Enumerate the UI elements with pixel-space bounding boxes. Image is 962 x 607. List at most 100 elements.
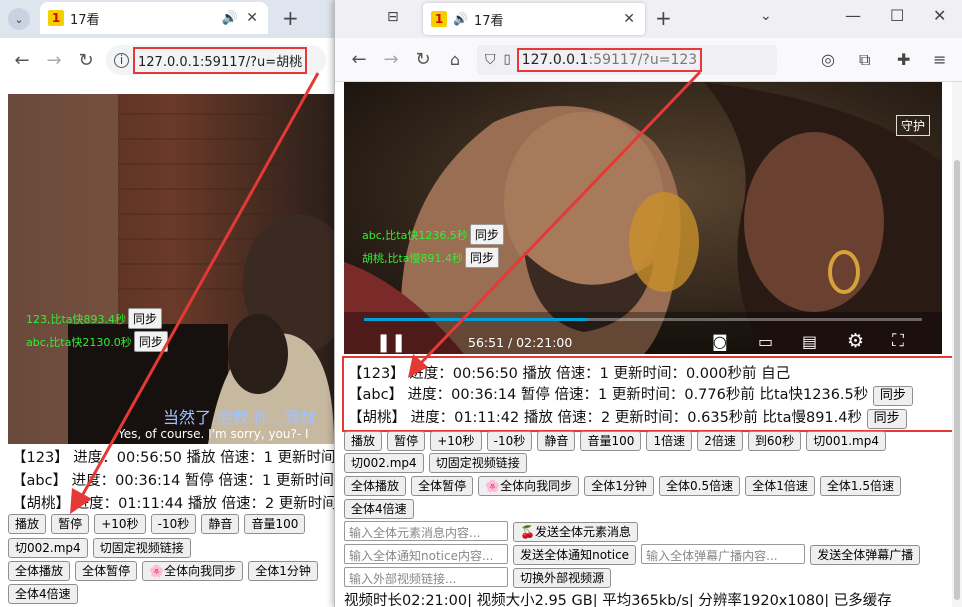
volume-100-button[interactable]: 音量100 (580, 431, 642, 451)
element-message-input[interactable]: 输入全体元素消息内容... (344, 521, 508, 541)
switch-002-button[interactable]: 切002.mp4 (344, 453, 424, 473)
control-row: 全体播放 全体暂停 🌸全体向我同步 全体1分钟 (8, 560, 318, 581)
switch-fixed-link-button[interactable]: 切固定视频链接 (428, 453, 527, 473)
address-bar[interactable]: i 127.0.0.1:59117/?u=胡桃 (106, 45, 326, 75)
address-bar[interactable]: ⛉ ▯ 127.0.0.1:59117/?u=123 (477, 44, 777, 75)
user-status-line: 【abc】 进度：00:36:14 暂停 倍速：1 更新时间 (12, 473, 334, 489)
minimize-icon[interactable]: — (845, 6, 861, 25)
control-row: 播放 暂停 +10秒 -10秒 静音 音量100 1倍速 2倍速 到60秒 切0… (344, 430, 886, 451)
audio-playing-icon[interactable]: 🔊 (453, 12, 468, 26)
site-info-icon[interactable]: i (114, 52, 129, 68)
subtitle-en: Yes, of course. I'm sorry, you?- I (118, 427, 309, 441)
reload-icon[interactable]: ↻ (407, 44, 439, 76)
all-1.5x-speed-button[interactable]: 全体1.5倍速 (819, 476, 902, 496)
extensions-icon[interactable]: ✚ (897, 50, 910, 69)
new-tab-icon[interactable]: + (282, 6, 299, 30)
sync-button[interactable]: 同步 (866, 409, 907, 429)
back-icon[interactable]: ← (343, 44, 375, 76)
pause-button[interactable]: 暂停 (51, 514, 90, 534)
all-sync-to-me-button[interactable]: 🌸全体向我同步 (478, 476, 580, 496)
tab-overview-icon[interactable]: ⊟ (387, 9, 399, 25)
back-10s-button[interactable]: -10秒 (150, 514, 197, 534)
all-pause-button[interactable]: 全体暂停 (75, 561, 138, 581)
sync-button[interactable]: 同步 (872, 386, 913, 406)
active-tab[interactable]: 1 17看 🔊 ✕ (40, 2, 268, 34)
sync-button[interactable]: 同步 (469, 224, 504, 245)
tab-title: 17看 (473, 13, 504, 29)
all-1min-button[interactable]: 全体1分钟 (584, 476, 654, 496)
all-1min-button[interactable]: 全体1分钟 (248, 561, 318, 581)
new-tab-icon[interactable]: + (655, 6, 672, 30)
screenshot-icon[interactable]: ◙ (712, 332, 728, 351)
fullscreen-icon[interactable]: ⛶ (892, 331, 904, 351)
speed-1x-button[interactable]: 1倍速 (646, 431, 693, 451)
forward-10s-button[interactable]: +10秒 (94, 514, 146, 534)
external-link-input[interactable]: 输入外部视频链接... (344, 567, 508, 587)
pause-button[interactable]: 暂停 (387, 431, 426, 451)
video-player[interactable]: 守护 abc,比ta快1236.5秒 同步 胡桃,比ta慢891.4秒 同步 ❚… (344, 82, 942, 354)
send-element-message-button[interactable]: 🍒发送全体元素消息 (513, 522, 639, 542)
play-button[interactable]: 播放 (344, 431, 383, 451)
forward-icon[interactable]: → (375, 44, 407, 76)
play-button[interactable]: 播放 (8, 514, 47, 534)
scrollbar-thumb[interactable] (954, 160, 960, 600)
tab-close-icon[interactable]: ✕ (623, 11, 635, 27)
notice-input[interactable]: 输入全体通知notice内容... (344, 544, 508, 564)
all-pause-button[interactable]: 全体暂停 (411, 476, 474, 496)
scrollbar[interactable] (952, 82, 962, 607)
volume-100-button[interactable]: 音量100 (244, 514, 306, 534)
switch-fixed-link-button[interactable]: 切固定视频链接 (92, 538, 191, 558)
tab-search-icon[interactable]: ⌄ (8, 8, 30, 30)
tab-close-icon[interactable]: ✕ (246, 10, 258, 26)
user-status-text: 【abc】 进度：00:36:14 暂停 倍速：1 更新时间：0.776秒前 比… (348, 387, 869, 403)
sync-button[interactable]: 同步 (133, 331, 168, 352)
seek-bar[interactable] (364, 318, 922, 321)
send-notice-button[interactable]: 发送全体通知notice (513, 545, 637, 565)
switch-002-button[interactable]: 切002.mp4 (8, 538, 88, 558)
switch-external-source-button[interactable]: 切换外部视频源 (513, 568, 612, 588)
mute-button[interactable]: 静音 (201, 514, 240, 534)
peer-offset-text: abc,比ta快2130.0秒 (26, 335, 132, 349)
forward-icon[interactable]: → (38, 44, 70, 76)
back-10s-button[interactable]: -10秒 (486, 431, 533, 451)
list-tabs-icon[interactable]: ⌄ (760, 8, 772, 24)
guard-badge[interactable]: 守护 (896, 115, 931, 136)
active-tab[interactable]: 1 🔊 17看 ✕ (423, 3, 645, 35)
all-4x-speed-button[interactable]: 全体4倍速 (344, 499, 414, 519)
speed-2x-button[interactable]: 2倍速 (697, 431, 743, 451)
maximize-icon[interactable]: ☐ (890, 6, 904, 25)
all-play-button[interactable]: 全体播放 (8, 561, 71, 581)
back-icon[interactable]: ← (6, 44, 38, 76)
subtitles-icon[interactable]: ▤ (802, 332, 817, 351)
all-play-button[interactable]: 全体播放 (344, 476, 407, 496)
user-status-line: 【123】 进度：00:56:50 播放 倍速：1 更新时间 (12, 450, 336, 466)
sync-button[interactable]: 同步 (128, 308, 163, 329)
all-0.5x-speed-button[interactable]: 全体0.5倍速 (659, 476, 741, 496)
danmu-input[interactable]: 输入全体弹幕广播内容... (641, 544, 806, 564)
forward-10s-button[interactable]: +10秒 (430, 431, 482, 451)
video-player[interactable]: 123,比ta快893.4秒 同步 abc,比ta快2130.0秒 同步 当然了… (8, 94, 334, 444)
home-icon[interactable]: ⌂ (439, 44, 471, 76)
video-frame (344, 82, 942, 354)
menu-icon[interactable]: ≡ (933, 50, 946, 69)
seek-60s-button[interactable]: 到60秒 (747, 431, 802, 451)
sync-button[interactable]: 同步 (465, 247, 500, 268)
peer-offset-text: 123,比ta快893.4秒 (26, 312, 127, 326)
control-row: 全体4倍速 (344, 498, 414, 519)
notice-row: 输入全体通知notice内容... 发送全体通知notice 输入全体弹幕广播内… (344, 544, 921, 565)
all-1x-speed-button[interactable]: 全体1倍速 (745, 476, 815, 496)
all-sync-to-me-button[interactable]: 🌸全体向我同步 (142, 561, 244, 581)
send-danmu-button[interactable]: 发送全体弹幕广播 (810, 545, 921, 565)
mute-button[interactable]: 静音 (537, 431, 576, 451)
switch-001-button[interactable]: 切001.mp4 (806, 431, 886, 451)
tab-title: 17看 (70, 12, 100, 28)
settings-gear-icon[interactable]: ⚙ (847, 330, 864, 352)
audio-playing-icon[interactable]: 🔊 (222, 11, 238, 26)
crop-icon[interactable]: ⧉ (859, 50, 870, 70)
window-close-icon[interactable]: ✕ (933, 6, 946, 25)
all-4x-speed-button[interactable]: 全体4倍速 (8, 584, 78, 604)
reload-icon[interactable]: ↻ (70, 44, 102, 76)
play-pause-icon[interactable]: ❚❚ (376, 332, 406, 353)
danmaku-icon[interactable]: ▭ (758, 332, 773, 351)
account-icon[interactable]: ◎ (821, 50, 835, 69)
